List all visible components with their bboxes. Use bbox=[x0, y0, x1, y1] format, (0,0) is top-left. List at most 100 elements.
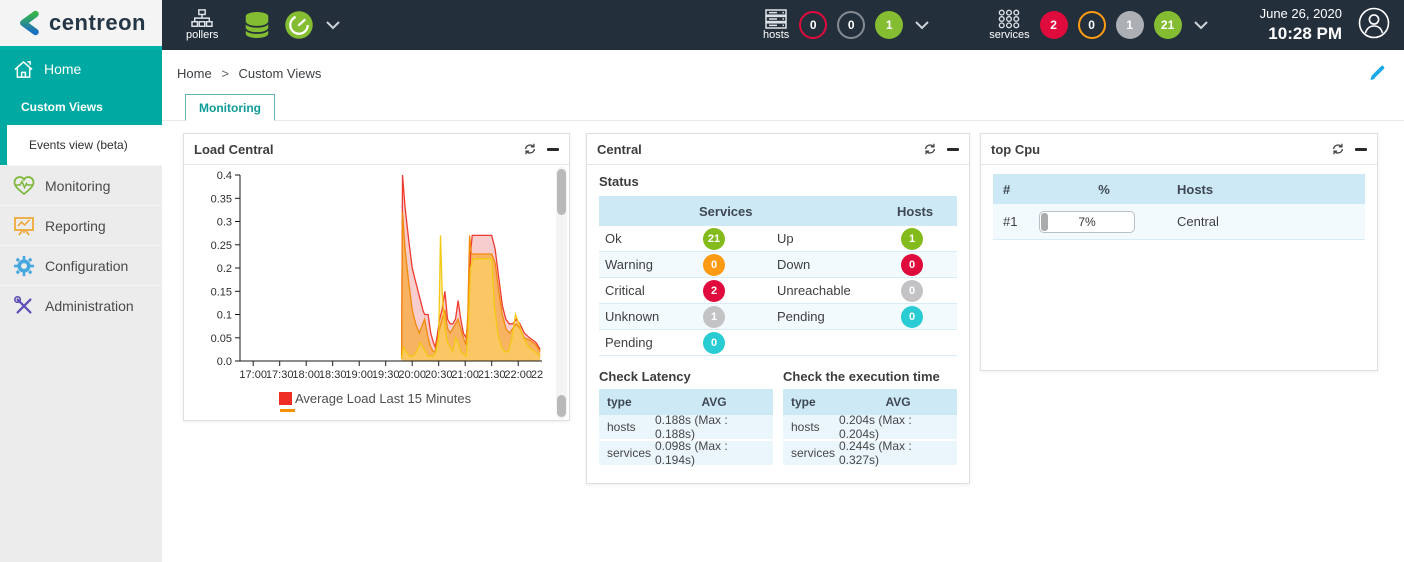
sidebar-item-home[interactable]: Home bbox=[0, 50, 162, 88]
collapse-icon[interactable] bbox=[1355, 148, 1367, 151]
status-header-services: Services bbox=[691, 196, 777, 226]
status-label: Ok bbox=[599, 226, 691, 252]
status-badge[interactable]: 0 bbox=[703, 254, 725, 276]
refresh-icon[interactable] bbox=[523, 142, 537, 156]
status-label: Pending bbox=[777, 304, 889, 330]
status-empty bbox=[889, 330, 957, 356]
svg-text:22:30: 22:30 bbox=[531, 369, 544, 381]
status-badge[interactable]: 0 bbox=[901, 254, 923, 276]
legend-item-load15[interactable]: Average Load Last 15 Minutes bbox=[279, 391, 569, 406]
pencil-icon bbox=[1368, 64, 1386, 82]
user-menu[interactable] bbox=[1358, 7, 1390, 44]
status-badge[interactable]: 2 bbox=[703, 280, 725, 302]
breadcrumb-custom-views-link[interactable]: Custom Views bbox=[239, 66, 322, 81]
status-badge-cell: 2 bbox=[691, 278, 777, 304]
status-empty bbox=[777, 330, 889, 356]
pollers-menu[interactable]: pollers bbox=[186, 9, 218, 41]
status-count-badge[interactable]: 1 bbox=[875, 11, 903, 39]
status-count-badge[interactable]: 0 bbox=[799, 11, 827, 39]
collapse-icon[interactable] bbox=[547, 148, 559, 151]
sidebar-item-monitoring[interactable]: Monitoring bbox=[0, 165, 162, 205]
svg-text:21:30: 21:30 bbox=[478, 369, 506, 381]
refresh-icon[interactable] bbox=[923, 142, 937, 156]
sidebar-item-events-view[interactable]: Events view (beta) bbox=[0, 125, 162, 165]
status-badge[interactable]: 1 bbox=[901, 228, 923, 250]
status-label: Warning bbox=[599, 252, 691, 278]
status-badge-cell: 21 bbox=[691, 226, 777, 252]
status-badge[interactable]: 0 bbox=[901, 280, 923, 302]
status-label: Unreachable bbox=[777, 278, 889, 304]
sidebar-item-label: Events view (beta) bbox=[29, 138, 128, 152]
scrollbar-thumb[interactable] bbox=[557, 169, 566, 215]
sidebar-item-reporting[interactable]: Reporting bbox=[0, 205, 162, 245]
status-count-badge[interactable]: 0 bbox=[1078, 11, 1106, 39]
sidebar-item-administration[interactable]: Administration bbox=[0, 285, 162, 325]
hosts-badges: 001 bbox=[789, 11, 903, 39]
panel-top-cpu: top Cpu # % Hosts #1 bbox=[980, 133, 1378, 371]
status-badge[interactable]: 21 bbox=[703, 228, 725, 250]
status-badge-cell: 0 bbox=[889, 252, 957, 278]
refresh-icon[interactable] bbox=[1331, 142, 1345, 156]
hosts-menu[interactable]: hosts bbox=[763, 9, 789, 41]
legend-label: Average Load Last 15 Minutes bbox=[295, 391, 471, 406]
monitoring-icon bbox=[12, 175, 36, 197]
status-badge[interactable]: 0 bbox=[901, 306, 923, 328]
database-icon bbox=[242, 10, 272, 40]
sidebar-item-custom-views[interactable]: Custom Views bbox=[0, 88, 162, 125]
services-label: services bbox=[989, 29, 1029, 41]
row-type: services bbox=[783, 441, 839, 467]
status-badge-cell: 0 bbox=[889, 304, 957, 330]
check-execution-table: Check the execution time type AVG hosts0… bbox=[783, 369, 957, 467]
row-type: hosts bbox=[783, 415, 839, 441]
svg-text:0.1: 0.1 bbox=[217, 310, 232, 322]
brand-name: centreon bbox=[49, 10, 146, 36]
tab-bar: Monitoring bbox=[162, 94, 1404, 121]
svg-text:0.25: 0.25 bbox=[211, 240, 232, 252]
chart-scrollbar[interactable] bbox=[556, 167, 567, 419]
panel-header: Load Central bbox=[184, 134, 569, 165]
gauge-icon bbox=[284, 10, 314, 40]
poller-latency-status[interactable] bbox=[284, 10, 314, 40]
pollers-label: pollers bbox=[186, 29, 218, 41]
brand-logo[interactable]: centreon bbox=[0, 0, 162, 50]
status-badge[interactable]: 0 bbox=[703, 332, 725, 354]
check-latency-table: Check Latency type AVG hosts0.188s (Max … bbox=[599, 369, 773, 467]
sidebar: Home Custom Views Events view (beta) Mon… bbox=[0, 50, 162, 562]
pollers-icon bbox=[191, 9, 213, 29]
collapse-icon[interactable] bbox=[947, 148, 959, 151]
services-menu[interactable]: services bbox=[989, 9, 1029, 41]
row-type: services bbox=[599, 441, 655, 467]
status-header-empty bbox=[599, 196, 691, 226]
hosts-chevron[interactable] bbox=[915, 21, 929, 30]
load-chart: 0.00.050.10.150.20.250.30.350.417:0017:3… bbox=[184, 165, 544, 391]
panel-header: Central bbox=[587, 134, 969, 165]
sidebar-item-configuration[interactable]: Configuration bbox=[0, 245, 162, 285]
status-section-title: Status bbox=[599, 174, 957, 189]
breadcrumb-separator: > bbox=[221, 66, 229, 81]
services-chevron[interactable] bbox=[1194, 21, 1208, 30]
edit-view-button[interactable] bbox=[1368, 64, 1386, 87]
row-avg: 0.204s (Max : 0.204s) bbox=[839, 415, 957, 441]
breadcrumb-home-link[interactable]: Home bbox=[177, 66, 212, 81]
services-badges: 201 21 bbox=[1030, 11, 1182, 39]
exec-header-avg: AVG bbox=[839, 389, 957, 415]
status-count-badge[interactable]: 1 bbox=[1116, 11, 1144, 39]
status-count-badge[interactable]: 21 bbox=[1154, 11, 1182, 39]
svg-text:0.4: 0.4 bbox=[217, 170, 232, 182]
home-icon bbox=[13, 60, 34, 79]
status-label: Unknown bbox=[599, 304, 691, 330]
pollers-chevron[interactable] bbox=[326, 21, 340, 30]
status-badge[interactable]: 1 bbox=[703, 306, 725, 328]
svg-text:20:00: 20:00 bbox=[398, 369, 426, 381]
svg-text:19:30: 19:30 bbox=[372, 369, 400, 381]
administration-tools-icon bbox=[12, 295, 36, 317]
configuration-gear-icon bbox=[12, 255, 36, 277]
poller-db-status[interactable] bbox=[242, 10, 272, 40]
status-header-hosts: Hosts bbox=[889, 196, 957, 226]
status-count-badge[interactable]: 0 bbox=[837, 11, 865, 39]
status-badge-cell: 0 bbox=[691, 252, 777, 278]
tab-monitoring[interactable]: Monitoring bbox=[185, 94, 275, 121]
svg-text:17:30: 17:30 bbox=[266, 369, 294, 381]
scrollbar-thumb-bottom[interactable] bbox=[557, 395, 566, 417]
status-count-badge[interactable]: 2 bbox=[1040, 11, 1068, 39]
